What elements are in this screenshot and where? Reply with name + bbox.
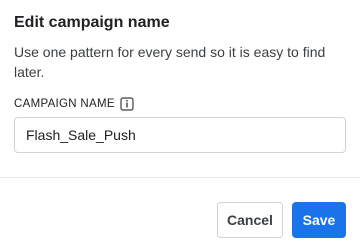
edit-campaign-dialog: Edit campaign name Use one pattern for e… (0, 0, 360, 252)
cancel-button[interactable]: Cancel (217, 202, 283, 238)
footer-divider (0, 177, 360, 178)
save-button[interactable]: Save (292, 202, 346, 238)
campaign-name-field[interactable] (14, 117, 346, 153)
info-icon[interactable] (120, 97, 134, 111)
campaign-name-label: CAMPAIGN NAME (14, 98, 115, 110)
dialog-title: Edit campaign name (14, 14, 170, 31)
dialog-description: Use one pattern for every send so it is … (14, 44, 326, 80)
campaign-name-input[interactable] (15, 118, 345, 152)
field-label-row: CAMPAIGN NAME (14, 97, 134, 111)
